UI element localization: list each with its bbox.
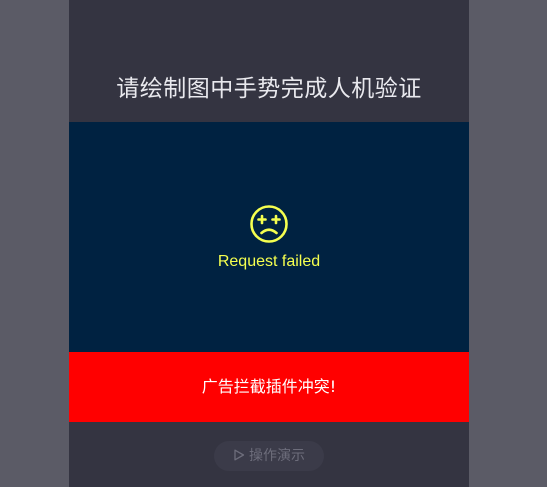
error-message: 广告拦截插件冲突!: [201, 377, 337, 396]
page: 请绘制图中手势完成人机验证 Request failed 广告拦截插件冲突! 操…: [0, 0, 547, 487]
error-banner: 广告拦截插件冲突!: [69, 352, 469, 422]
play-icon: [234, 449, 245, 461]
gesture-canvas[interactable]: Request failed: [69, 122, 469, 352]
dizzy-face-icon: [250, 205, 288, 243]
captcha-panel: 请绘制图中手势完成人机验证 Request failed 广告拦截插件冲突! 操…: [69, 0, 469, 487]
status-message: Request failed: [217, 253, 321, 270]
captcha-title: 请绘制图中手势完成人机验证: [116, 76, 422, 102]
demo-button-label: 操作演示: [249, 448, 305, 464]
demo-button[interactable]: 操作演示: [214, 441, 324, 471]
